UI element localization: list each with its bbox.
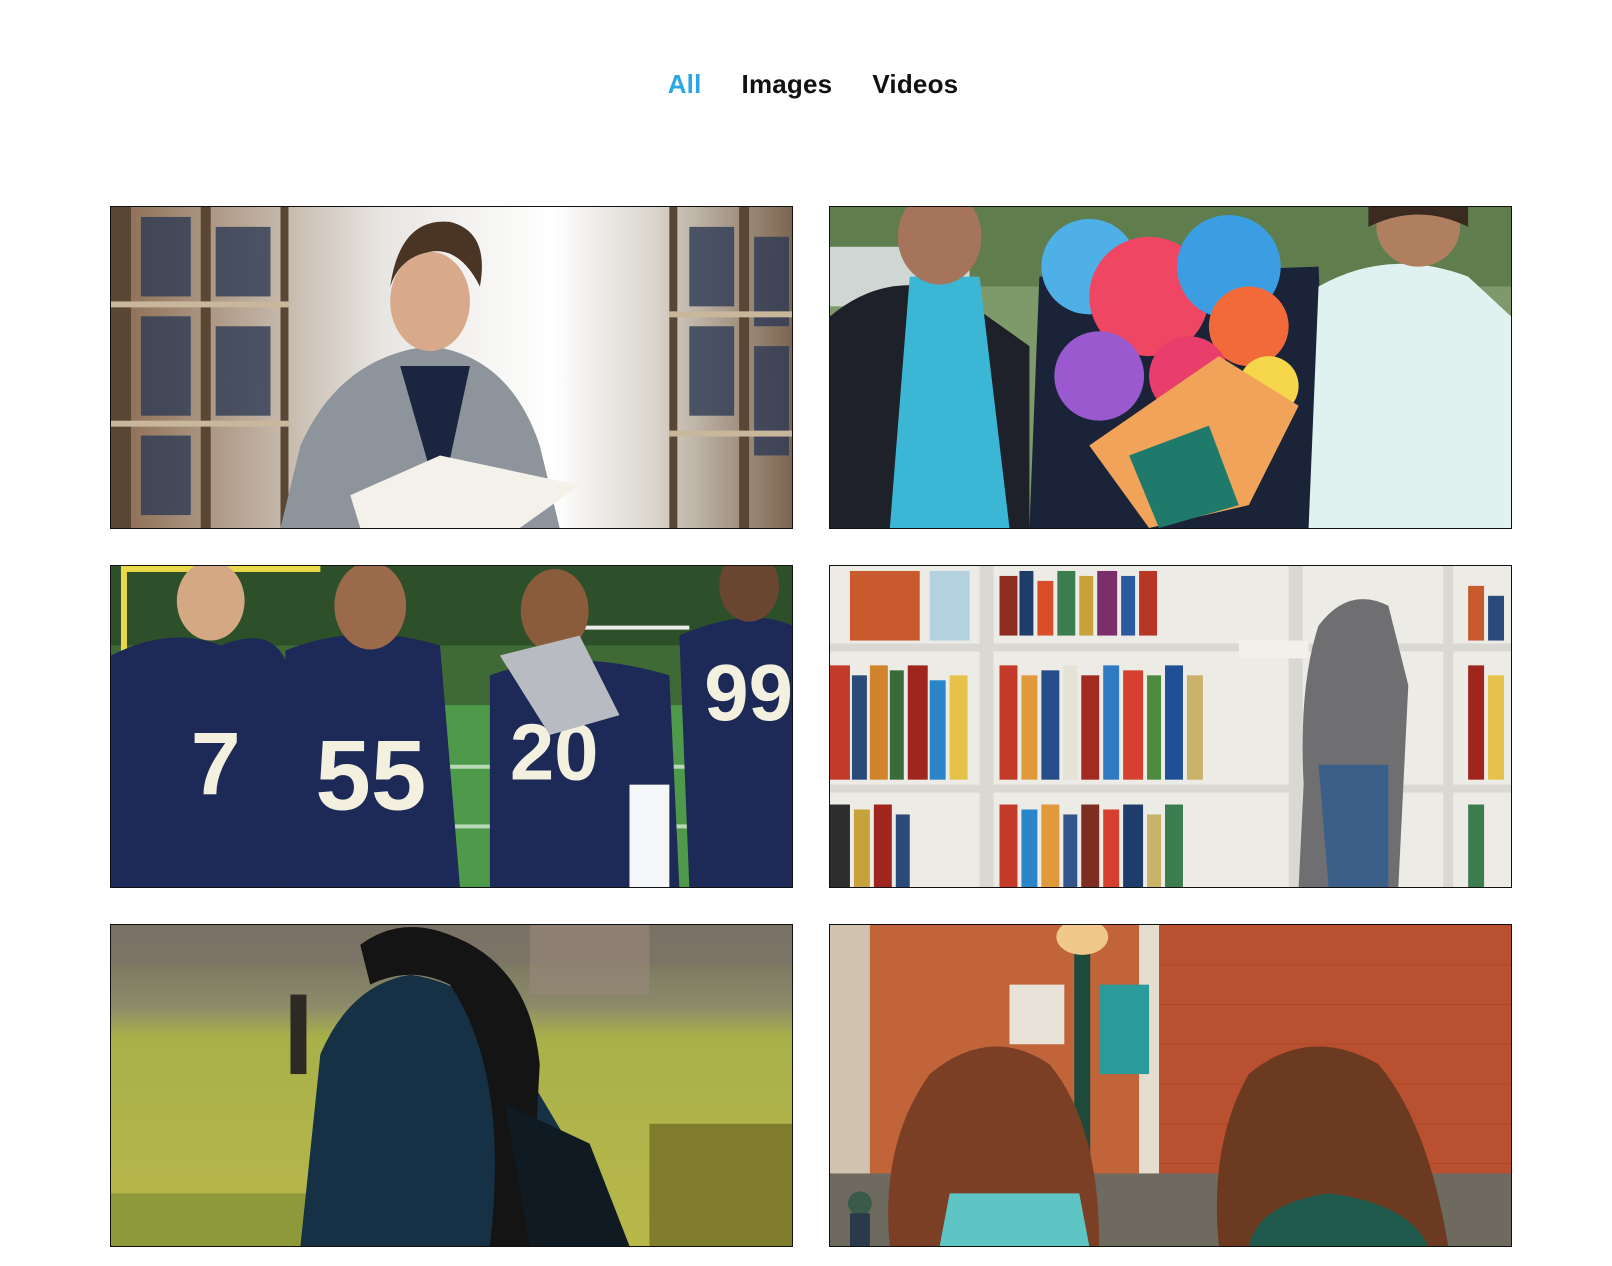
gallery-image bbox=[830, 566, 1511, 887]
gallery-image bbox=[111, 207, 792, 528]
gallery-item-students-walking[interactable] bbox=[829, 924, 1512, 1247]
gallery-item-student-reading[interactable] bbox=[110, 206, 793, 529]
page: All Images Videos 7 55 20 99 bbox=[0, 0, 1612, 1266]
gallery-grid: 7 55 20 99 bbox=[110, 206, 1512, 1247]
svg-text:7: 7 bbox=[191, 714, 241, 814]
filter-tab-all[interactable]: All bbox=[668, 66, 702, 102]
gallery-item-football-team[interactable]: 7 55 20 99 bbox=[110, 565, 793, 888]
gallery-image bbox=[111, 925, 792, 1246]
gallery-item-graduation[interactable] bbox=[829, 206, 1512, 529]
gallery-item-campus-lawn[interactable] bbox=[110, 924, 793, 1247]
gallery-image bbox=[830, 925, 1511, 1246]
gallery-item-library-shelves[interactable] bbox=[829, 565, 1512, 888]
svg-text:55: 55 bbox=[315, 721, 426, 832]
filter-tab-images[interactable]: Images bbox=[742, 66, 833, 102]
gallery-filter-tabs: All Images Videos bbox=[0, 66, 1612, 102]
gallery-image: 7 55 20 99 bbox=[111, 566, 792, 887]
gallery-image bbox=[830, 207, 1511, 528]
filter-tab-videos[interactable]: Videos bbox=[872, 66, 958, 102]
svg-text:99: 99 bbox=[704, 648, 792, 737]
